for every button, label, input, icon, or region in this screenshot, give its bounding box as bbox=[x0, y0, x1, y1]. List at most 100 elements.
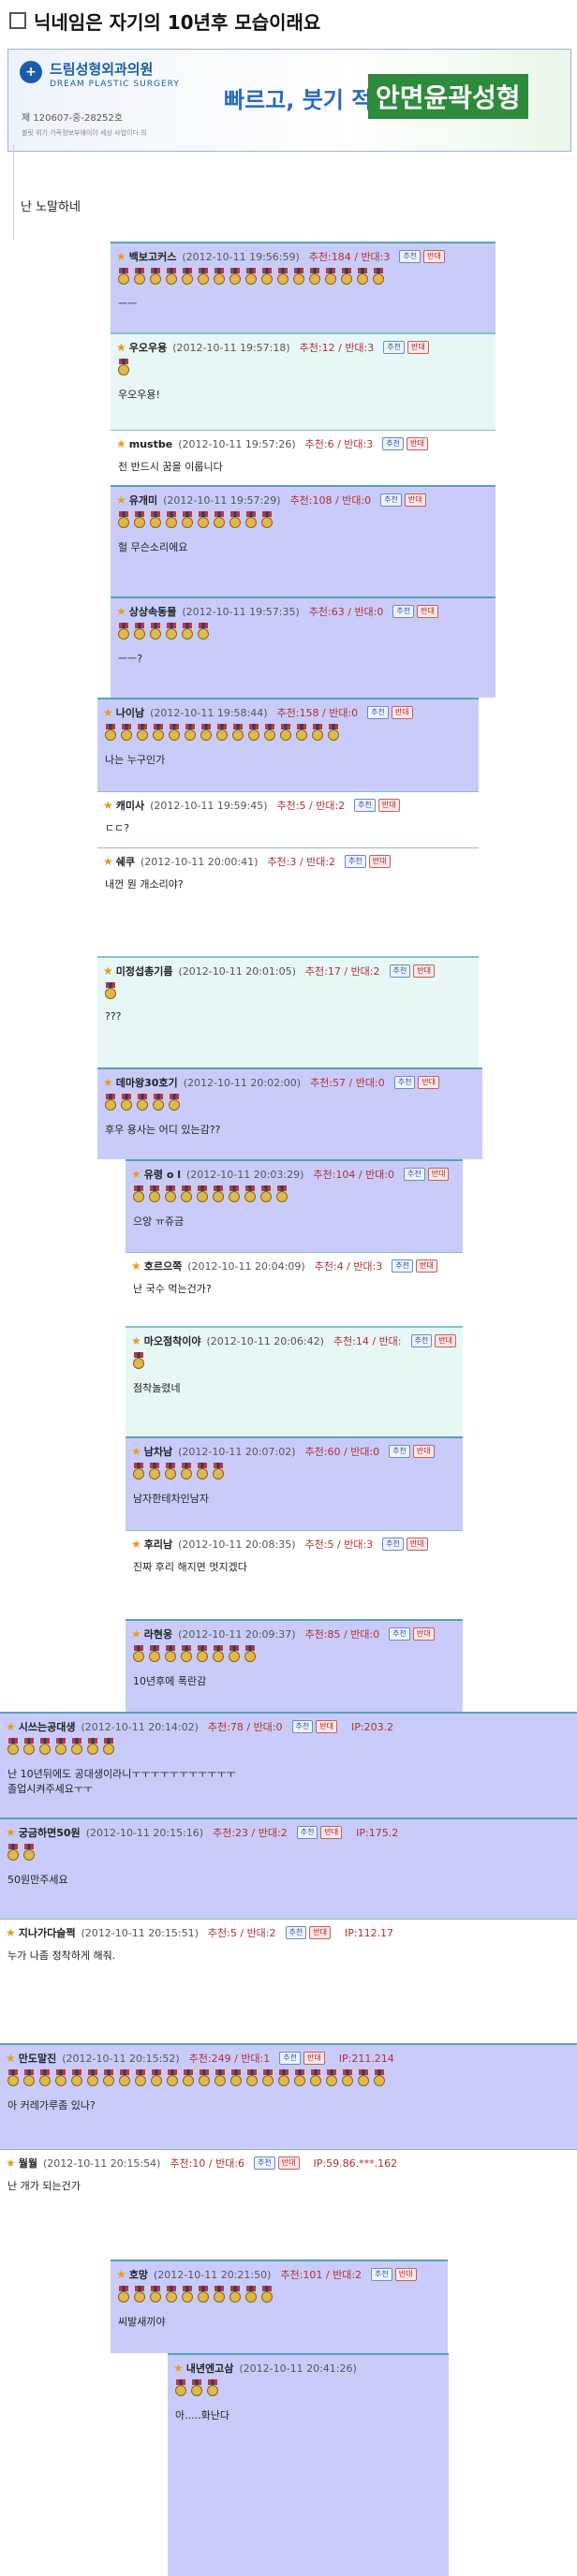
oppose-button[interactable]: 반대 bbox=[427, 1168, 450, 1181]
recommend-button[interactable]: 추천 bbox=[410, 1334, 433, 1347]
recommend-button[interactable]: 추천 bbox=[389, 1627, 410, 1641]
recommend-button[interactable]: 추천 bbox=[382, 1538, 404, 1551]
medal-icon bbox=[148, 268, 163, 288]
comment-nick[interactable]: 유개미 bbox=[129, 493, 157, 508]
comment-text: 아 커레가루좀 있나? bbox=[7, 2099, 96, 2112]
medal-icon bbox=[213, 2069, 228, 2090]
comment-nick[interactable]: 데마왕30호기 bbox=[116, 1075, 178, 1090]
oppose-button[interactable]: 반대 bbox=[309, 1926, 331, 1939]
oppose-button[interactable]: 반대 bbox=[435, 1334, 456, 1347]
star-icon: ★ bbox=[103, 964, 113, 978]
recommend-button[interactable]: 추천 bbox=[291, 1720, 314, 1733]
oppose-button[interactable]: 반대 bbox=[368, 855, 391, 868]
medal-row bbox=[6, 1738, 117, 1759]
medal-icon bbox=[339, 268, 354, 288]
comment-nick[interactable]: 월월 bbox=[19, 2156, 37, 2171]
comment-votes: 추천:108 / 반대:0 bbox=[289, 494, 372, 507]
medal-icon bbox=[212, 2286, 227, 2306]
recommend-button[interactable]: 추천 bbox=[399, 250, 422, 263]
comment-date: (2012-10-11 20:15:54) bbox=[43, 2156, 161, 2170]
comment-nick[interactable]: mustbe bbox=[129, 438, 172, 450]
comment-nick[interactable]: 마오점착이야 bbox=[144, 1333, 201, 1348]
comment-nick[interactable]: 쉐쿠 bbox=[116, 854, 135, 869]
oppose-button[interactable]: 반대 bbox=[406, 1538, 428, 1551]
recommend-button[interactable]: 추천 bbox=[383, 341, 405, 354]
oppose-button[interactable]: 반대 bbox=[407, 341, 429, 354]
medal-icon bbox=[119, 724, 134, 744]
comment-nick[interactable]: 우오우용 bbox=[129, 340, 167, 355]
comment-nick[interactable]: 유령 o l bbox=[144, 1167, 181, 1182]
oppose-button[interactable]: 반대 bbox=[423, 250, 445, 263]
comment-text: 점착놀렸네 bbox=[133, 1382, 181, 1394]
oppose-button[interactable]: 반대 bbox=[404, 493, 426, 507]
comment-nick[interactable]: 미정섭총기름 bbox=[116, 964, 173, 979]
comment-nick[interactable]: 궁금하면50원 bbox=[19, 1825, 81, 1840]
clinic-name: 드림성형외과의원 bbox=[50, 61, 154, 78]
recommend-button[interactable]: 추천 bbox=[404, 1168, 425, 1181]
recommend-button[interactable]: 추천 bbox=[367, 706, 389, 719]
recommend-button[interactable]: 추천 bbox=[279, 2052, 301, 2065]
comment-nick[interactable]: 상상속동물 bbox=[129, 604, 177, 619]
recommend-button[interactable]: 추천 bbox=[393, 1076, 416, 1089]
comment-nick[interactable]: 후리남 bbox=[144, 1537, 172, 1552]
oppose-button[interactable]: 반대 bbox=[413, 964, 435, 978]
comment-item: ★ 월월 (2012-10-11 20:15:54) 추천:10 / 반대:6 추천 반대… bbox=[0, 2149, 577, 2260]
comment-nick[interactable]: 만도말진 bbox=[19, 2051, 56, 2066]
star-icon: ★ bbox=[116, 341, 126, 354]
comment-text: 10년후에 폭란감 bbox=[133, 1675, 207, 1687]
recommend-button[interactable]: 추천 bbox=[345, 855, 366, 868]
recommend-button[interactable]: 추천 bbox=[380, 493, 402, 507]
oppose-button[interactable]: 반대 bbox=[377, 799, 400, 812]
comment-nick[interactable]: 캐미사 bbox=[116, 798, 144, 813]
comment-header: ★ 만도말진 (2012-10-11 20:15:52) 추천:249 / 반대:1 추… bbox=[6, 2051, 394, 2066]
medal-icon bbox=[132, 268, 147, 288]
oppose-button[interactable]: 반대 bbox=[277, 2156, 300, 2170]
star-icon: ★ bbox=[131, 1334, 141, 1347]
comment-nick[interactable]: 내년엔고삼 bbox=[186, 2361, 234, 2376]
comment-nick[interactable]: 백보고커스 bbox=[129, 249, 177, 264]
comment-item: ★ 남차남 (2012-10-11 20:07:02) 추천:60 / 반대:0 추천 반… bbox=[126, 1436, 463, 1530]
comment-date: (2012-10-11 20:41:26) bbox=[239, 2362, 357, 2375]
oppose-button[interactable]: 반대 bbox=[394, 2268, 417, 2281]
ad-banner[interactable]: + 드림성형외과의원 DREAM PLASTIC SURGERY 제 12060… bbox=[7, 49, 571, 152]
medal-icon bbox=[259, 511, 274, 532]
recommend-button[interactable]: 추천 bbox=[392, 1259, 413, 1273]
medal-icon bbox=[310, 724, 325, 744]
comment-header: ★ 마오점착이야 (2012-10-11 20:06:42) 추천:14 / 반대: 추… bbox=[131, 1333, 459, 1348]
medal-icon bbox=[180, 268, 195, 288]
comment-nick[interactable]: 시쓰는공대생 bbox=[19, 1719, 76, 1734]
comment-nick[interactable]: 남차남 bbox=[144, 1444, 172, 1459]
medal-icon bbox=[259, 2286, 274, 2306]
recommend-button[interactable]: 추천 bbox=[389, 1445, 410, 1458]
comment-nick[interactable]: 호르으쪽 bbox=[144, 1259, 182, 1273]
oppose-button[interactable]: 반대 bbox=[391, 706, 413, 719]
oppose-button[interactable]: 반대 bbox=[320, 1826, 343, 1839]
oppose-button[interactable]: 반대 bbox=[303, 2052, 325, 2065]
comment-nick[interactable]: 호망 bbox=[129, 2267, 148, 2282]
medal-row bbox=[116, 511, 275, 532]
oppose-button[interactable]: 반대 bbox=[412, 1627, 435, 1641]
medal-icon bbox=[228, 2286, 243, 2306]
recommend-button[interactable]: 추천 bbox=[285, 1926, 307, 1939]
comment-votes: 추천:60 / 반대:0 bbox=[304, 1446, 380, 1458]
medal-icon bbox=[164, 268, 179, 288]
oppose-button[interactable]: 반대 bbox=[406, 437, 428, 450]
recommend-button[interactable]: 추천 bbox=[254, 2156, 275, 2170]
medal-icon bbox=[179, 1185, 194, 1206]
recommend-button[interactable]: 추천 bbox=[354, 799, 376, 812]
recommend-button[interactable]: 추천 bbox=[382, 437, 404, 450]
comment-date: (2012-10-11 20:15:16) bbox=[85, 1826, 204, 1839]
oppose-button[interactable]: 반대 bbox=[418, 1076, 440, 1089]
oppose-button[interactable]: 반대 bbox=[416, 1259, 437, 1273]
comment-nick[interactable]: 지나가다슬쩍 bbox=[19, 1925, 76, 1940]
recommend-button[interactable]: 추천 bbox=[371, 2268, 392, 2281]
oppose-button[interactable]: 반대 bbox=[316, 1720, 337, 1733]
recommend-button[interactable]: 추천 bbox=[392, 605, 415, 618]
medal-icon bbox=[244, 511, 259, 532]
comment-nick[interactable]: 라현웅 bbox=[144, 1627, 172, 1641]
comment-nick[interactable]: 나이남 bbox=[116, 705, 144, 720]
oppose-button[interactable]: 반대 bbox=[412, 1445, 435, 1458]
recommend-button[interactable]: 추천 bbox=[296, 1826, 318, 1839]
oppose-button[interactable]: 반대 bbox=[417, 605, 438, 618]
recommend-button[interactable]: 추천 bbox=[389, 964, 411, 978]
